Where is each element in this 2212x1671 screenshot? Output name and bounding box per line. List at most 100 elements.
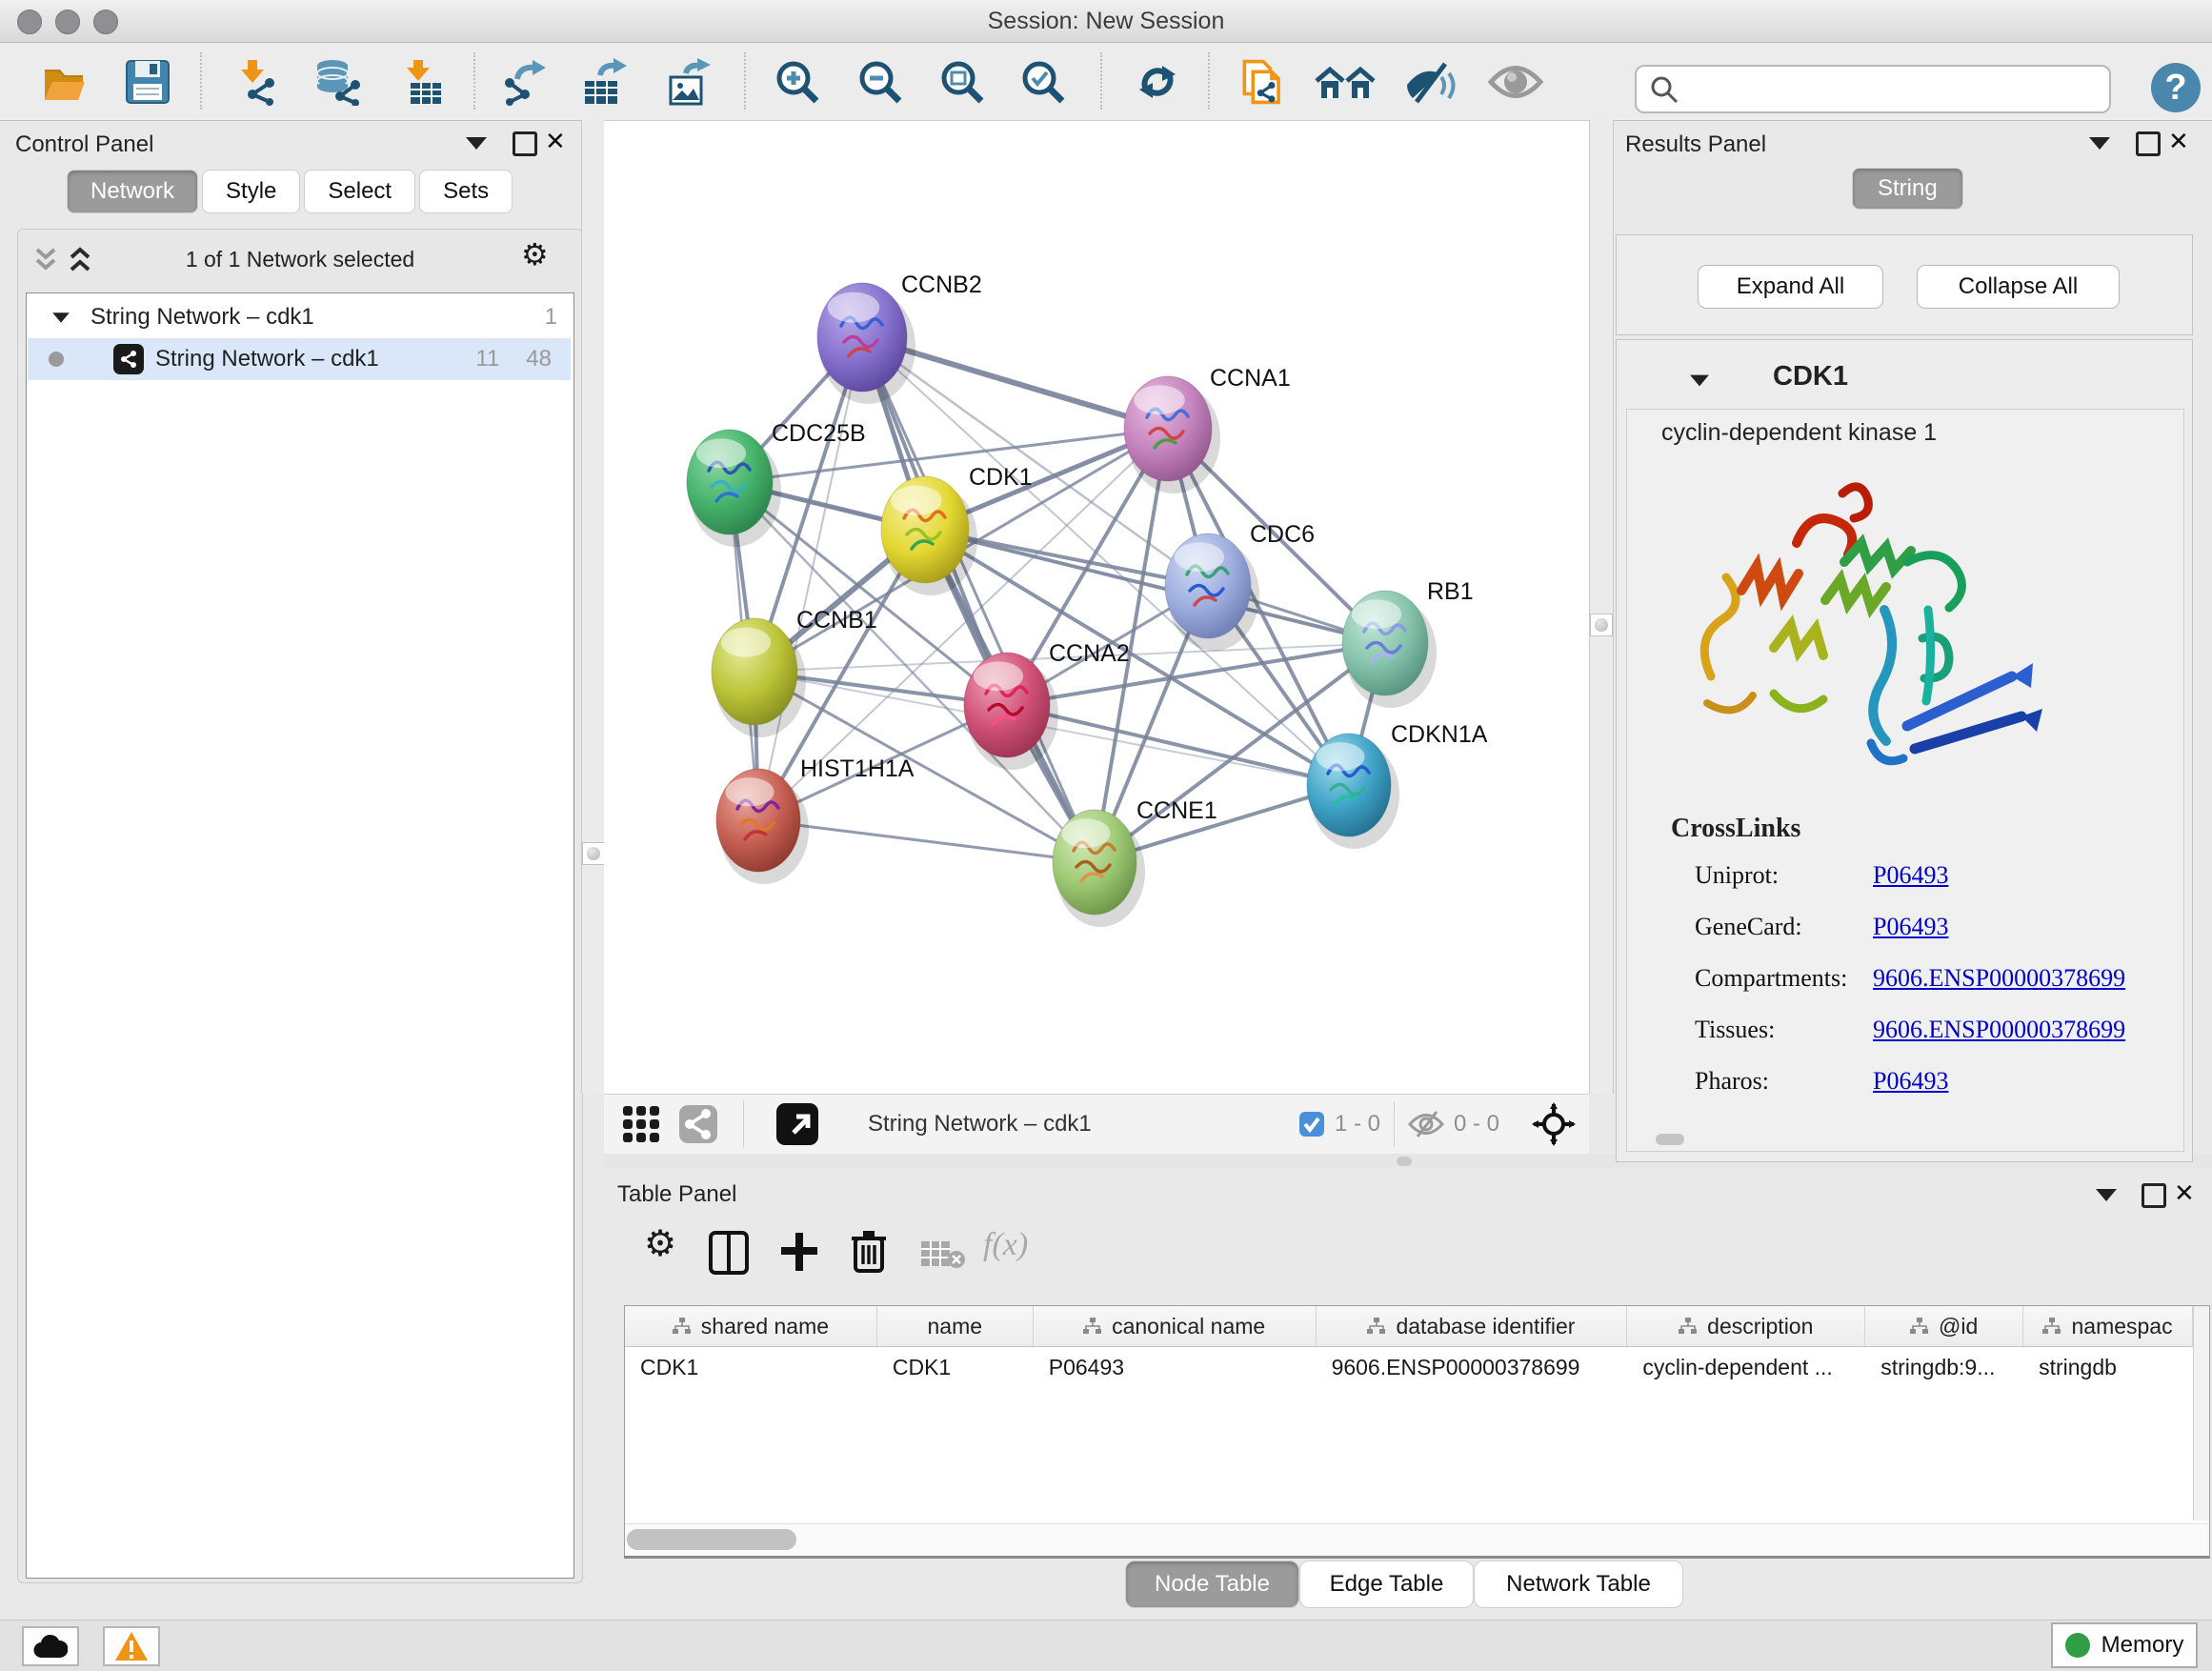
vertical-scrollbar[interactable] [2193, 1306, 2209, 1520]
network-collection-row[interactable]: String Network – cdk1 1 [28, 296, 571, 338]
table-cell[interactable]: cyclin-dependent ... [1627, 1347, 1865, 1387]
expand-all-button[interactable]: Expand All [1698, 265, 1883, 309]
table-options-gear-icon[interactable]: ⚙ [644, 1229, 676, 1259]
right-splitter-handle[interactable] [1590, 614, 1613, 636]
network-badge-icon[interactable] [678, 1104, 718, 1144]
node-rb1[interactable]: RB1 [1342, 578, 1474, 708]
node-cdk1[interactable]: CDK1 [881, 464, 1033, 595]
column-header-database-identifier[interactable]: database identifier [1317, 1306, 1628, 1346]
tab-network[interactable]: Network [67, 170, 198, 213]
float-panel-icon[interactable] [2096, 1189, 2117, 1201]
warning-status-button[interactable] [103, 1626, 160, 1666]
maximize-panel-icon[interactable] [2142, 1183, 2166, 1208]
refresh-view-icon[interactable] [1134, 58, 1181, 106]
zoom-in-icon[interactable] [774, 58, 821, 106]
maximize-panel-icon[interactable] [513, 131, 537, 156]
maximize-panel-icon[interactable] [2136, 131, 2161, 156]
tab-network-table[interactable]: Network Table [1474, 1560, 1683, 1608]
table-cell[interactable]: CDK1 [625, 1347, 877, 1387]
close-panel-icon[interactable]: ✕ [2174, 1183, 2195, 1202]
tab-sets[interactable]: Sets [419, 170, 513, 213]
import-network-file-icon[interactable] [231, 58, 279, 106]
scrollbar-thumb[interactable] [1656, 1134, 1684, 1145]
network-canvas[interactable]: CCNB2 CCNA1 CDC25BCDK1 CDC6RB1 CCNB1 CCNA2 CDK… [604, 120, 1589, 1095]
add-column-icon[interactable] [779, 1231, 819, 1273]
tab-select[interactable]: Select [304, 170, 415, 213]
node-hist1h1a[interactable]: HIST1H1A [716, 755, 915, 884]
node-cdkn1a[interactable]: CDKN1A [1307, 721, 1488, 849]
hide-selected-icon[interactable] [1403, 58, 1457, 106]
node-ccnb1[interactable]: CCNB1 [712, 607, 877, 737]
tab-edge-table[interactable]: Edge Table [1299, 1560, 1474, 1608]
gene-caret-icon[interactable] [1690, 375, 1709, 387]
clone-network-icon[interactable] [1237, 58, 1290, 106]
crosslink-link[interactable]: P06493 [1873, 1067, 1948, 1096]
cloud-status-button[interactable] [22, 1626, 79, 1666]
export-network-icon[interactable] [500, 58, 548, 106]
help-button[interactable]: ? [2151, 63, 2201, 112]
tab-style[interactable]: Style [202, 170, 300, 213]
open-session-icon[interactable] [40, 58, 88, 106]
save-session-icon[interactable] [124, 58, 171, 106]
import-table-file-icon[interactable] [397, 58, 445, 106]
tab-string[interactable]: String [1852, 168, 1963, 210]
column-header-@id[interactable]: @id [1865, 1306, 2023, 1346]
zoom-selected-icon[interactable] [1019, 58, 1067, 106]
left-splitter[interactable] [581, 120, 606, 1094]
horizontal-splitter-handle[interactable] [1397, 1157, 1412, 1166]
import-network-database-icon[interactable] [310, 58, 365, 106]
first-neighbors-icon[interactable] [1315, 58, 1376, 106]
node-ccnb2[interactable]: CCNB2 [817, 272, 982, 404]
edge-hist1h1a-ccne1[interactable] [758, 820, 1095, 862]
memory-button[interactable]: Memory [2051, 1622, 2198, 1668]
collapse-all-button[interactable]: Collapse All [1917, 265, 2120, 309]
right-splitter[interactable] [1589, 120, 1614, 1094]
float-panel-icon[interactable] [466, 137, 487, 150]
crosslink-link[interactable]: 9606.ENSP00000378699 [1873, 1016, 2125, 1044]
column-header-shared-name[interactable]: shared name [625, 1306, 877, 1346]
edge-ccnb2-hist1h1a[interactable] [758, 337, 862, 820]
column-header-name[interactable]: name [877, 1306, 1034, 1346]
table-cell[interactable]: 9606.ENSP00000378699 [1317, 1347, 1628, 1387]
table-cell[interactable]: stringdb:9... [1865, 1347, 2023, 1387]
zoom-fit-icon[interactable] [938, 58, 986, 106]
tree-caret-icon[interactable] [52, 312, 70, 322]
node-ccne1[interactable]: CCNE1 [1053, 797, 1217, 927]
birds-eye-view-icon[interactable] [1532, 1102, 1576, 1146]
show-columns-icon[interactable] [709, 1231, 749, 1275]
export-image-icon[interactable] [665, 58, 713, 106]
horizontal-scrollbar[interactable] [625, 1523, 2208, 1556]
grid-view-icon[interactable] [621, 1104, 661, 1144]
node-ccna2[interactable]: CCNA2 [964, 640, 1130, 770]
float-panel-icon[interactable] [2089, 137, 2110, 150]
show-all-icon[interactable] [1488, 58, 1543, 106]
selected-checkbox-icon[interactable] [1298, 1111, 1325, 1137]
close-panel-icon[interactable]: ✕ [2168, 131, 2189, 151]
edge-ccnb2-ccne1[interactable] [862, 337, 1095, 862]
horizontal-scrollbar-thumb[interactable] [627, 1529, 796, 1550]
crosslink-link[interactable]: P06493 [1873, 913, 1948, 941]
node-cdc25b[interactable]: CDC25B [687, 420, 866, 547]
close-panel-icon[interactable]: ✕ [545, 131, 566, 151]
zoom-out-icon[interactable] [856, 58, 904, 106]
protein-structure-image[interactable] [1682, 448, 2044, 810]
network-options-gear-icon[interactable]: ⚙ [521, 239, 549, 270]
crosslink-link[interactable]: 9606.ENSP00000378699 [1873, 964, 2125, 993]
column-header-namespac[interactable]: namespac [2023, 1306, 2193, 1346]
table-cell[interactable]: stringdb [2023, 1347, 2193, 1387]
table-cell[interactable]: P06493 [1034, 1347, 1317, 1387]
left-splitter-handle[interactable] [582, 842, 605, 865]
network-row[interactable]: String Network – cdk1 11 48 [28, 338, 571, 380]
column-header-description[interactable]: description [1627, 1306, 1865, 1346]
network-canvas-svg[interactable]: CCNB2 CCNA1 CDC25BCDK1 CDC6RB1 CCNB1 CCNA2 CDK… [604, 121, 1589, 1095]
tab-node-table[interactable]: Node Table [1125, 1560, 1299, 1608]
search-input[interactable] [1680, 76, 2109, 103]
column-header-canonical-name[interactable]: canonical name [1034, 1306, 1317, 1346]
delete-column-icon[interactable] [850, 1229, 888, 1273]
table-cell[interactable]: CDK1 [877, 1347, 1034, 1387]
node-cdc6[interactable]: CDC6 [1165, 521, 1315, 651]
node-ccna1[interactable]: CCNA1 [1124, 365, 1291, 493]
detach-view-icon[interactable] [774, 1101, 820, 1147]
table-row[interactable]: CDK1CDK1P064939606.ENSP00000378699cyclin… [625, 1347, 2193, 1387]
export-table-icon[interactable] [581, 58, 629, 106]
